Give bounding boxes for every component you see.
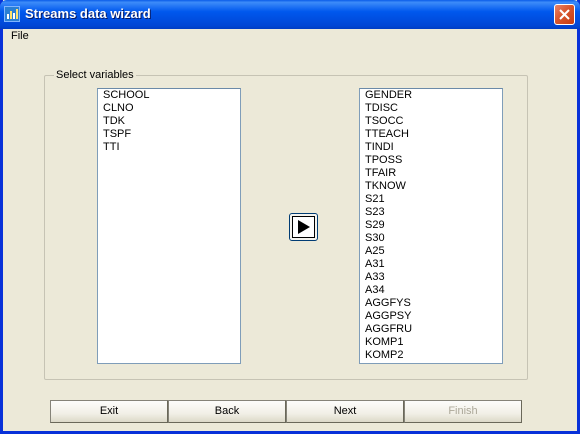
list-item[interactable]: TSOCC bbox=[360, 115, 502, 128]
list-item[interactable]: S21 bbox=[360, 193, 502, 206]
list-item[interactable]: A31 bbox=[360, 258, 502, 271]
list-item[interactable]: S29 bbox=[360, 219, 502, 232]
back-button[interactable]: Back bbox=[168, 400, 286, 423]
list-item[interactable]: TKNOW bbox=[360, 180, 502, 193]
list-item[interactable]: CLNO bbox=[98, 102, 240, 115]
selected-variables-list[interactable]: GENDER TDISC TSOCC TTEACH TINDI TPOSS TF… bbox=[359, 88, 503, 364]
list-item[interactable]: TSPF bbox=[98, 128, 240, 141]
list-item[interactable]: TDK bbox=[98, 115, 240, 128]
list-item[interactable]: TINDI bbox=[360, 141, 502, 154]
list-item[interactable]: A25 bbox=[360, 245, 502, 258]
move-right-button[interactable] bbox=[289, 213, 318, 241]
close-icon bbox=[559, 9, 570, 20]
list-item[interactable]: A34 bbox=[360, 284, 502, 297]
play-arrow-icon bbox=[298, 220, 310, 234]
list-item[interactable]: KOMP1 bbox=[360, 336, 502, 349]
available-variables-list[interactable]: SCHOOL CLNO TDK TSPF TTI bbox=[97, 88, 241, 364]
list-item[interactable]: A33 bbox=[360, 271, 502, 284]
list-item[interactable]: TTI bbox=[98, 141, 240, 154]
title-bar[interactable]: Streams data wizard bbox=[0, 0, 580, 29]
exit-button[interactable]: Exit bbox=[50, 400, 168, 423]
chart-icon bbox=[4, 6, 20, 22]
window-title: Streams data wizard bbox=[25, 6, 151, 21]
menu-bar: File bbox=[3, 29, 577, 45]
group-label: Select variables bbox=[54, 69, 136, 81]
close-button[interactable] bbox=[554, 4, 575, 25]
list-item[interactable]: AGGFRU bbox=[360, 323, 502, 336]
list-item[interactable]: GENDER bbox=[360, 89, 502, 102]
list-item[interactable]: TTEACH bbox=[360, 128, 502, 141]
list-item[interactable]: AGGFYS bbox=[360, 297, 502, 310]
list-item[interactable]: KOMP2 bbox=[360, 349, 502, 362]
finish-button[interactable]: Finish bbox=[404, 400, 522, 423]
list-item[interactable]: AGGPSY bbox=[360, 310, 502, 323]
next-button[interactable]: Next bbox=[286, 400, 404, 423]
list-item[interactable]: TDISC bbox=[360, 102, 502, 115]
move-button-face bbox=[292, 216, 315, 238]
list-item[interactable]: S23 bbox=[360, 206, 502, 219]
list-item[interactable]: TFAIR bbox=[360, 167, 502, 180]
list-item[interactable]: TPOSS bbox=[360, 154, 502, 167]
menu-file[interactable]: File bbox=[8, 30, 32, 42]
list-item[interactable]: SCHOOL bbox=[98, 89, 240, 102]
list-item[interactable]: S30 bbox=[360, 232, 502, 245]
